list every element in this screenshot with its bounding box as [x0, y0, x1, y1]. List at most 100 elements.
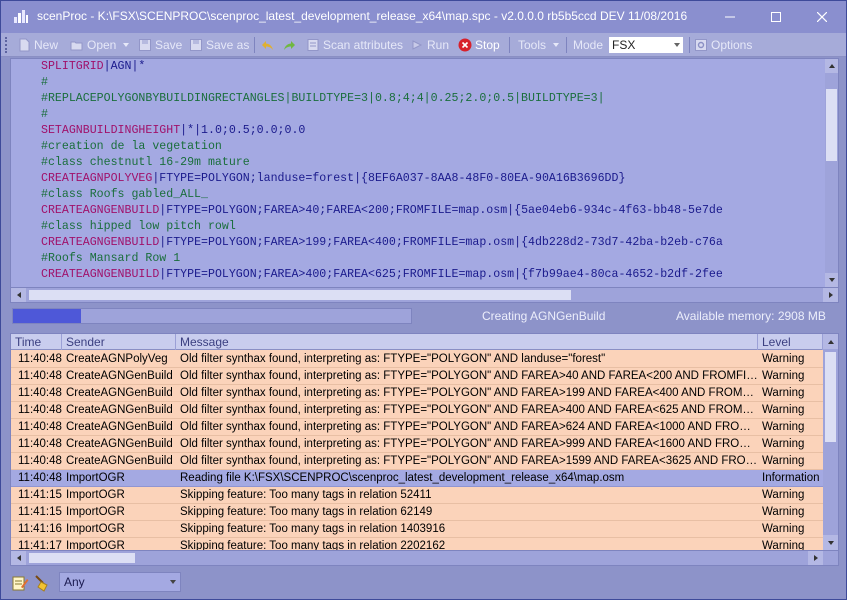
log-filter-bar: Any	[1, 569, 846, 599]
code-line[interactable]: #	[41, 75, 827, 91]
log-cell-message: Old filter synthax found, interpreting a…	[176, 419, 758, 436]
log-row[interactable]: 11:41:17 ImportOGR Skipping feature: Too m…	[11, 538, 823, 550]
save-as-label: Save as	[206, 38, 250, 52]
code-area[interactable]: SPLITGRID|AGN|* # #REPLACEPOLYGONBYBUILDIN…	[41, 59, 827, 287]
clear-log-broom-icon[interactable]	[33, 574, 51, 592]
log-table[interactable]: Time Sender Message Level 11:40:48 Create…	[10, 333, 839, 551]
log-table-header: Time Sender Message Level	[11, 334, 823, 350]
close-icon	[817, 12, 827, 22]
log-cell-level: Warning	[758, 453, 823, 470]
scan-attributes-button[interactable]: Scan attributes	[306, 36, 403, 54]
save-icon	[139, 39, 151, 51]
scan-attributes-icon	[307, 39, 319, 51]
log-row[interactable]: 11:40:48 CreateAGNGenBuild Old filter synt…	[11, 453, 823, 470]
code-text: |FTYPE=POLYGON;FAREA>40;FAREA<200;FROMFI…	[159, 204, 723, 217]
toolbar-separator	[254, 37, 255, 53]
save-as-button[interactable]: Save as	[189, 36, 249, 54]
scroll-left-button[interactable]	[11, 551, 26, 565]
undo-button[interactable]	[261, 36, 275, 54]
log-cell-time: 11:40:48	[11, 402, 62, 419]
code-line[interactable]: #creation de la vegetation	[41, 139, 827, 155]
open-button[interactable]: Open	[70, 36, 130, 54]
code-line[interactable]: SETAGNBUILDINGHEIGHT|*|1.0;0.5;0.0;0.0	[41, 123, 827, 139]
editor-horizontal-scrollbar[interactable]	[10, 288, 839, 303]
code-line[interactable]: #class hipped low pitch rowl	[41, 219, 827, 235]
toolbar-grip[interactable]	[5, 37, 8, 53]
toolbar-separator	[509, 37, 510, 53]
log-cell-level: Warning	[758, 487, 823, 504]
log-row[interactable]: 11:41:16 ImportOGR Skipping feature: Too m…	[11, 521, 823, 538]
code-line[interactable]: #class chestnutl 16-29m mature	[41, 155, 827, 171]
code-line[interactable]: #REPLACEPOLYGONBYBUILDINGRECTANGLES|BUIL…	[41, 91, 827, 107]
tools-menu[interactable]: Tools	[518, 36, 560, 54]
scroll-right-button[interactable]	[823, 288, 838, 302]
save-as-icon	[190, 39, 202, 51]
log-level-filter-select[interactable]: Any	[59, 572, 181, 592]
log-cell-message: Skipping feature: Too many tags in relat…	[176, 538, 758, 550]
code-text: |AGN|*	[103, 60, 146, 73]
redo-button[interactable]	[282, 36, 296, 54]
code-line[interactable]: CREATEAGNPOLYVEG|FTYPE=POLYGON;landuse=f…	[41, 171, 827, 187]
log-cell-sender: ImportOGR	[62, 521, 176, 538]
log-row[interactable]: 11:41:15 ImportOGR Skipping feature: Too m…	[11, 487, 823, 504]
arrow-left-icon	[16, 555, 21, 561]
maximize-button[interactable]	[753, 1, 799, 33]
editor-vertical-scrollbar[interactable]	[825, 59, 838, 287]
log-cell-message: Old filter synthax found, interpreting a…	[176, 385, 758, 402]
code-line[interactable]: CREATEAGNGENBUILD|FTYPE=POLYGON;FAREA>40…	[41, 267, 827, 283]
code-line[interactable]: SPLITGRID|AGN|*	[41, 59, 827, 75]
scroll-down-button[interactable]	[825, 273, 838, 287]
log-horizontal-scrollbar[interactable]	[10, 551, 839, 566]
options-button[interactable]: Options	[694, 36, 752, 54]
log-vertical-scrollbar[interactable]	[823, 334, 838, 550]
code-line[interactable]: CREATEAGNGENBUILD|FTYPE=POLYGON;FAREA>19…	[41, 235, 827, 251]
run-button[interactable]: Run	[410, 36, 449, 54]
arrow-up-icon	[828, 64, 835, 68]
scroll-up-button[interactable]	[825, 59, 838, 73]
scroll-right-button[interactable]	[808, 551, 823, 565]
scroll-thumb[interactable]	[825, 352, 836, 442]
mode-select[interactable]: FSX	[608, 36, 684, 54]
log-row[interactable]: 11:41:15 ImportOGR Skipping feature: Too m…	[11, 504, 823, 521]
log-cell-level: Warning	[758, 351, 823, 368]
scroll-thumb[interactable]	[29, 553, 135, 563]
code-line[interactable]: #	[41, 107, 827, 123]
title-bar[interactable]: scenProc - K:\FSX\SCENPROC\scenproc_late…	[1, 1, 846, 33]
log-row[interactable]: 11:40:48 CreateAGNGenBuild Old filter synt…	[11, 385, 823, 402]
code-text: |*|1.0;0.5;0.0;0.0	[180, 124, 306, 137]
new-button[interactable]: New	[17, 36, 58, 54]
log-row[interactable]: 11:40:48 ImportOGR Reading file K:\FSX\SCE…	[11, 470, 823, 487]
log-cell-time: 11:41:15	[11, 487, 62, 504]
close-button[interactable]	[799, 1, 845, 33]
chevron-down-icon	[674, 43, 680, 47]
window-title: scenProc - K:\FSX\SCENPROC\scenproc_late…	[37, 9, 688, 23]
column-header-sender[interactable]: Sender	[62, 334, 176, 350]
scroll-down-button[interactable]	[823, 535, 838, 550]
column-header-level[interactable]: Level	[758, 334, 823, 350]
code-command: CREATEAGNPOLYVEG	[41, 172, 153, 185]
code-line[interactable]: CREATEAGNGENBUILD|FTYPE=POLYGON;FAREA>40…	[41, 203, 827, 219]
log-row[interactable]: 11:40:48 CreateAGNGenBuild Old filter synt…	[11, 402, 823, 419]
log-row[interactable]: 11:40:48 CreateAGNGenBuild Old filter synt…	[11, 419, 823, 436]
log-row[interactable]: 11:40:48 CreateAGNGenBuild Old filter synt…	[11, 436, 823, 453]
new-label: New	[34, 38, 59, 52]
log-cell-message: Skipping feature: Too many tags in relat…	[176, 504, 758, 521]
code-comment: #class hipped low pitch rowl	[41, 220, 236, 233]
code-line[interactable]: #class Roofs gabled_ALL_	[41, 187, 827, 203]
scroll-thumb[interactable]	[826, 89, 837, 161]
stop-button[interactable]: Stop	[458, 36, 500, 54]
code-line[interactable]: #Roofs Mansard Row 1	[41, 251, 827, 267]
column-header-message[interactable]: Message	[176, 334, 758, 350]
scroll-up-button[interactable]	[823, 334, 838, 349]
scroll-left-button[interactable]	[11, 288, 26, 302]
minimize-button[interactable]	[707, 1, 753, 33]
script-editor[interactable]: SPLITGRID|AGN|* # #REPLACEPOLYGONBYBUILDIN…	[10, 58, 839, 288]
log-cell-sender: ImportOGR	[62, 538, 176, 550]
log-row[interactable]: 11:40:48 CreateAGNGenBuild Old filter synt…	[11, 368, 823, 385]
code-command: CREATEAGNGENBUILD	[41, 268, 160, 281]
scroll-thumb[interactable]	[29, 290, 571, 300]
log-row[interactable]: 11:40:48 CreateAGNPolyVeg Old filter synth…	[11, 351, 823, 368]
column-header-time[interactable]: Time	[11, 334, 62, 350]
edit-notes-icon[interactable]	[11, 574, 29, 592]
save-button[interactable]: Save	[138, 36, 182, 54]
